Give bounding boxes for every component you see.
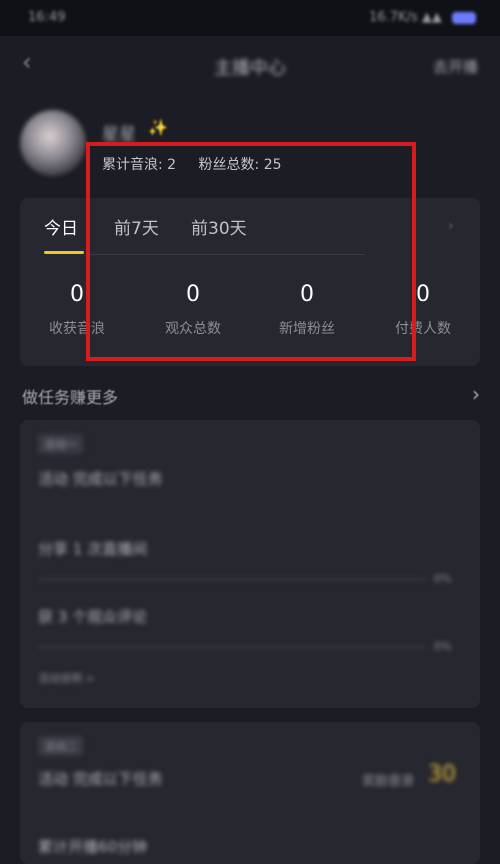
battery-icon xyxy=(452,11,476,24)
task-heading: 活动 完成以下任务 xyxy=(38,770,163,788)
sparkle-icon: ✨ xyxy=(148,118,168,137)
avatar[interactable] xyxy=(20,110,86,176)
status-bar: 16:49 16.7K/s ▲▲ xyxy=(0,0,500,36)
reward-label: 奖励音浪 xyxy=(362,774,415,789)
task-item-label: 获 3 个观众评论 xyxy=(38,608,148,626)
status-time: 16:49 xyxy=(28,10,66,25)
page-title: 主播中心 xyxy=(214,58,286,79)
task-tag: 活动一 xyxy=(38,434,83,454)
status-icons: 16.7K/s ▲▲ xyxy=(369,10,476,25)
task-panel-1: 活动一 活动 完成以下任务 分享 1 次直播间 0% 获 3 个观众评论 0% … xyxy=(20,420,480,708)
task-percent: 0% xyxy=(434,572,452,585)
highlight-box xyxy=(86,142,416,361)
task-heading: 活动 完成以下任务 xyxy=(38,470,163,488)
task-item-label: 分享 1 次直播间 xyxy=(38,540,148,558)
network-speed: 16.7K/s xyxy=(369,10,418,25)
nav-bar: ‹ 主播中心 去开播 xyxy=(0,36,500,92)
task-panel-2: 活动二 活动 完成以下任务 奖励音浪 30 累计开播60分钟 xyxy=(20,722,480,864)
task-footer[interactable]: 活动说明 > xyxy=(38,670,95,686)
task-percent: 0% xyxy=(434,640,452,653)
tasks-header[interactable]: 做任务赚更多 › xyxy=(22,382,482,412)
task-progress-bar xyxy=(38,578,426,580)
active-tab-indicator xyxy=(44,251,84,254)
task-progress-bar xyxy=(38,646,426,648)
task-tag: 活动二 xyxy=(38,736,83,756)
chevron-right-icon[interactable]: › xyxy=(448,218,454,234)
tab-today[interactable]: 今日 xyxy=(44,214,78,239)
task-item-label: 累计开播60分钟 xyxy=(38,838,148,856)
tasks-header-label: 做任务赚更多 xyxy=(22,388,119,407)
chevron-right-icon[interactable]: › xyxy=(472,382,480,406)
signal-icon: ▲▲ xyxy=(421,10,442,25)
reward-value: 30 xyxy=(428,762,456,787)
go-live-button[interactable]: 去开播 xyxy=(433,56,478,77)
